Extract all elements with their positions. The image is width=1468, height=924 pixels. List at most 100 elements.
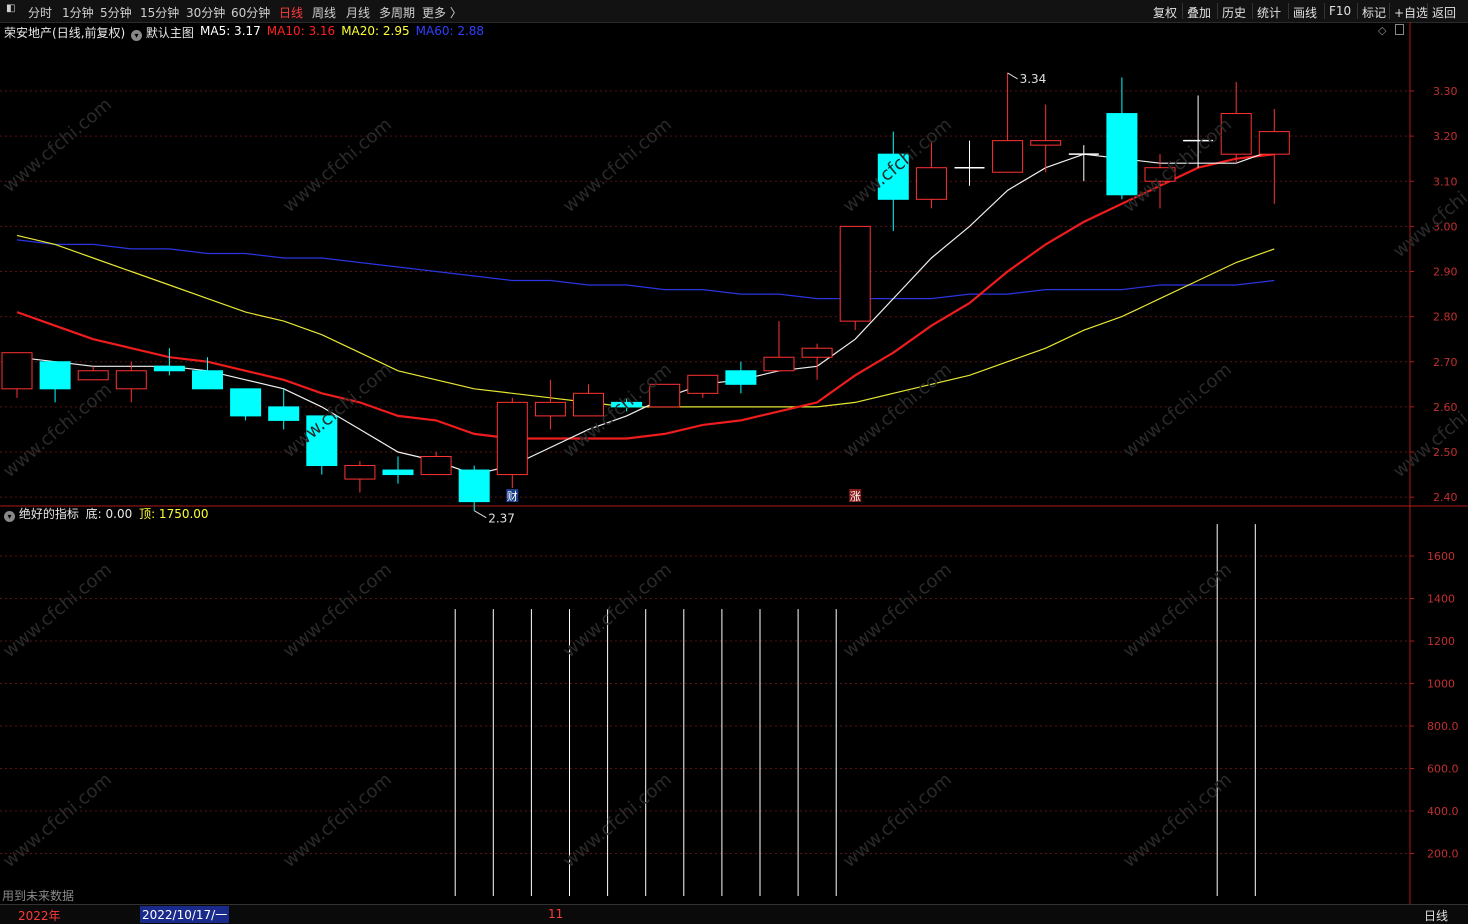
panel-toggle-icon[interactable]: ◧	[6, 3, 15, 14]
candle-up	[496, 401, 528, 476]
candle-down	[725, 370, 757, 385]
period-tab-1[interactable]: 1分钟	[62, 4, 94, 21]
diamond-icon[interactable]: ◇	[1378, 24, 1386, 37]
period-tab-2[interactable]: 5分钟	[100, 4, 132, 21]
indicator-top: 顶: 1750.00	[139, 507, 209, 521]
period-label[interactable]: 日线	[1424, 907, 1448, 924]
price-tick-label: 2.70	[1433, 356, 1458, 369]
period-tab-8[interactable]: 月线	[346, 4, 370, 21]
candle-up	[77, 370, 109, 381]
period-tab-7[interactable]: 周线	[312, 4, 336, 21]
indicator-tick-label: 1200	[1427, 635, 1455, 648]
candle-down	[1106, 113, 1138, 196]
period-tab-9[interactable]: 多周期	[379, 4, 415, 21]
price-tick-label: 3.30	[1433, 85, 1458, 98]
toolbar-divider	[1389, 3, 1390, 19]
chevron-down-icon[interactable]: ▾	[4, 511, 15, 522]
toolbar-button-8[interactable]: 返回	[1432, 4, 1456, 21]
ma-legend: MA5: 3.17 MA10: 3.16 MA20: 2.95 MA60: 2.88	[200, 24, 490, 38]
window-icon[interactable]	[1394, 24, 1404, 35]
ma-legend-item-0: MA5: 3.17	[200, 24, 261, 38]
cursor-date: 2022/10/17/一	[140, 906, 230, 923]
period-tab-3[interactable]: 15分钟	[140, 4, 179, 21]
ma5-series-line	[16, 149, 1275, 476]
candle-down	[458, 469, 490, 503]
chart-canvas: 3.303.203.103.002.902.802.702.602.502.40…	[0, 22, 1468, 904]
indicator-legend: ▾ 绝好的指标 底: 0.00 顶: 1750.00	[4, 505, 209, 522]
period-toolbar: 分时 1分钟 5分钟 15分钟 30分钟 60分钟 日线 周线 月线 多周期 更多 〉 ◧ 复权 叠加 历史…	[0, 0, 1468, 23]
ma-legend-item-1: MA10: 3.16	[266, 24, 336, 38]
candle-down	[39, 361, 71, 390]
price-tick-label: 2.80	[1433, 311, 1458, 324]
toolbar-button-1[interactable]: 叠加	[1187, 4, 1211, 21]
toolbar-divider	[1182, 3, 1183, 19]
toolbar-divider	[1357, 3, 1358, 19]
chart-mode: (日线,前复权)	[52, 26, 126, 40]
toolbar-button-6[interactable]: 标记	[1362, 4, 1386, 21]
period-tab-4[interactable]: 30分钟	[186, 4, 225, 21]
chevron-down-icon: ▾	[131, 30, 142, 41]
period-tab-6[interactable]: 日线	[279, 4, 303, 21]
high-price-label: 3.34	[1020, 72, 1047, 86]
candle-up	[420, 456, 452, 476]
candle-up	[1030, 140, 1062, 146]
indicator-tick-label: 600.0	[1427, 763, 1459, 776]
toolbar-button-3[interactable]: 统计	[1257, 4, 1281, 21]
candle-down	[382, 469, 414, 476]
candle-up	[1, 352, 33, 390]
price-tick-label: 3.10	[1433, 175, 1458, 188]
candle-up	[839, 225, 871, 322]
future-data-note: 用到未来数据	[2, 889, 75, 903]
toolbar-divider	[1288, 3, 1289, 19]
toolbar-divider	[1324, 3, 1325, 19]
toolbar-divider	[1252, 3, 1253, 19]
candle-up	[1258, 131, 1290, 155]
panel-controls[interactable]: ◇	[1378, 24, 1404, 37]
price-tick-label: 3.20	[1433, 130, 1458, 143]
candle-up	[763, 356, 795, 372]
period-tab-10[interactable]: 更多 〉	[422, 4, 462, 21]
toolbar-divider	[1217, 3, 1218, 19]
indicator-tick-label: 1400	[1427, 593, 1455, 606]
period-tab-0[interactable]: 分时	[28, 4, 52, 21]
candle-down	[230, 388, 262, 417]
template-name: 默认主图	[145, 26, 194, 40]
price-tick-label: 2.40	[1433, 491, 1458, 504]
indicator-tick-label: 1600	[1427, 550, 1455, 563]
low-marker-arrow	[473, 510, 487, 519]
candle-down	[153, 365, 185, 372]
template-selector[interactable]: ▾ 默认主图	[131, 24, 194, 41]
indicator-tick-label: 200.0	[1427, 848, 1459, 861]
toolbar-button-2[interactable]: 历史	[1222, 4, 1246, 21]
year-label: 2022年	[18, 909, 61, 923]
toolbar-button-4[interactable]: 画线	[1293, 4, 1317, 21]
event-tag-label: 财	[507, 489, 518, 503]
low-price-label: 2.37	[488, 512, 515, 526]
toolbar-button-7[interactable]: +自选	[1394, 4, 1428, 21]
candle-up	[992, 140, 1024, 173]
ma-legend-item-2: MA20: 2.95	[341, 24, 410, 38]
indicator-tick-label: 1000	[1427, 678, 1455, 691]
indicator-tick-label: 800.0	[1427, 720, 1459, 733]
ma60-series-line	[16, 239, 1275, 300]
period-tab-5[interactable]: 60分钟	[231, 4, 270, 21]
stock-title: 荣安地产	[4, 26, 53, 40]
price-tick-label: 2.90	[1433, 266, 1458, 279]
candle-up	[915, 167, 947, 200]
toolbar-button-5[interactable]: F10	[1329, 4, 1351, 18]
ma-legend-item-3: MA60: 2.88	[415, 24, 485, 38]
indicator-tick-label: 400.0	[1427, 805, 1459, 818]
candle-up	[801, 347, 833, 358]
candle-up	[115, 370, 147, 390]
indicator-bottom: 底: 0.00	[85, 507, 133, 521]
event-tag-label: 涨	[850, 490, 861, 503]
month-label: 11	[548, 907, 564, 921]
toolbar-button-0[interactable]: 复权	[1153, 4, 1177, 21]
stock-name: 荣安地产(日线,前复权)	[4, 24, 125, 41]
candle-up	[687, 374, 719, 394]
candle-down	[268, 406, 300, 421]
high-marker-arrow	[1007, 72, 1018, 80]
candle-down	[192, 370, 223, 390]
candle-up	[344, 465, 376, 480]
indicator-name: 绝好的指标	[18, 507, 79, 521]
